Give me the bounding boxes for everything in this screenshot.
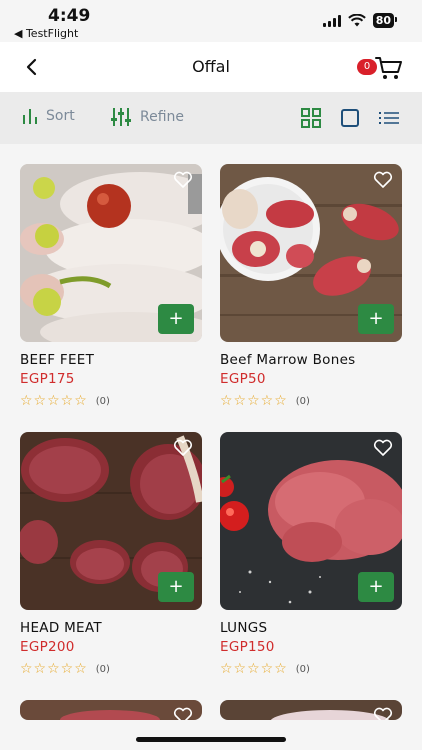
product-card[interactable]: + BEEF FEET EGP175 ☆☆☆☆☆ (0) (20, 164, 202, 409)
product-image[interactable]: + (20, 164, 202, 342)
product-name: HEAD MEAT (20, 620, 102, 636)
product-card[interactable] (20, 700, 202, 720)
product-image[interactable]: + (220, 432, 402, 610)
nav-header: Offal 0 (0, 42, 422, 92)
filter-toolbar: Sort Refine (0, 92, 422, 144)
refine-label: Refine (140, 109, 185, 125)
favorite-heart-icon[interactable] (173, 171, 193, 189)
grid-view-icon[interactable] (300, 108, 322, 128)
add-to-cart-button[interactable]: + (158, 572, 194, 602)
wifi-icon (347, 14, 366, 27)
add-to-cart-button[interactable]: + (358, 572, 394, 602)
review-count: (0) (295, 663, 310, 675)
product-name: Beef Marrow Bones (220, 352, 356, 368)
star-rating-icons: ☆☆☆☆☆ (20, 393, 88, 409)
refine-button[interactable]: Refine (110, 108, 184, 126)
cart-icon[interactable] (375, 55, 403, 81)
product-image[interactable] (220, 700, 402, 720)
status-icons: 80 (322, 13, 398, 28)
favorite-heart-icon[interactable] (373, 171, 393, 189)
star-rating-icons: ☆☆☆☆☆ (220, 661, 288, 677)
status-time: 4:49 (48, 6, 91, 26)
product-price: EGP175 (20, 371, 75, 387)
product-price: EGP150 (220, 639, 275, 655)
review-count: (0) (95, 663, 110, 675)
status-bar: 4:49 ◀ TestFlight 80 (0, 0, 422, 42)
product-card[interactable]: + HEAD MEAT EGP200 ☆☆☆☆☆ (0) (20, 432, 202, 677)
product-card[interactable] (220, 700, 402, 720)
product-image[interactable] (20, 700, 202, 720)
product-rating: ☆☆☆☆☆ (0) (220, 661, 402, 677)
product-card[interactable]: + Beef Marrow Bones EGP50 ☆☆☆☆☆ (0) (220, 164, 402, 409)
product-card[interactable]: + LUNGS EGP150 ☆☆☆☆☆ (0) (220, 432, 402, 677)
product-name: BEEF FEET (20, 352, 95, 368)
cart-count-badge: 0 (357, 59, 377, 75)
product-rating: ☆☆☆☆☆ (0) (20, 393, 202, 409)
product-name: LUNGS (220, 620, 268, 636)
single-view-icon[interactable] (339, 108, 361, 128)
sort-label: Sort (46, 108, 75, 124)
favorite-heart-icon[interactable] (373, 439, 393, 457)
product-image[interactable]: + (20, 432, 202, 610)
sort-bars-icon (23, 109, 37, 124)
product-image[interactable]: + (220, 164, 402, 342)
star-rating-icons: ☆☆☆☆☆ (20, 661, 88, 677)
battery-icon: 80 (372, 13, 398, 28)
sort-button[interactable]: Sort (22, 108, 75, 124)
sliders-icon (111, 108, 131, 126)
home-indicator[interactable] (136, 737, 286, 742)
add-to-cart-button[interactable]: + (358, 304, 394, 334)
product-rating: ☆☆☆☆☆ (0) (20, 661, 202, 677)
favorite-heart-icon[interactable] (173, 439, 193, 457)
product-rating: ☆☆☆☆☆ (0) (220, 393, 402, 409)
review-count: (0) (95, 395, 110, 407)
list-view-icon[interactable] (378, 108, 400, 128)
add-to-cart-button[interactable]: + (158, 304, 194, 334)
product-price: EGP50 (220, 371, 266, 387)
favorite-heart-icon[interactable] (173, 707, 193, 720)
review-count: (0) (295, 395, 310, 407)
favorite-heart-icon[interactable] (373, 707, 393, 720)
star-rating-icons: ☆☆☆☆☆ (220, 393, 288, 409)
back-to-app-link[interactable]: ◀ TestFlight (14, 27, 78, 40)
product-price: EGP200 (20, 639, 75, 655)
signal-icon (322, 14, 341, 27)
